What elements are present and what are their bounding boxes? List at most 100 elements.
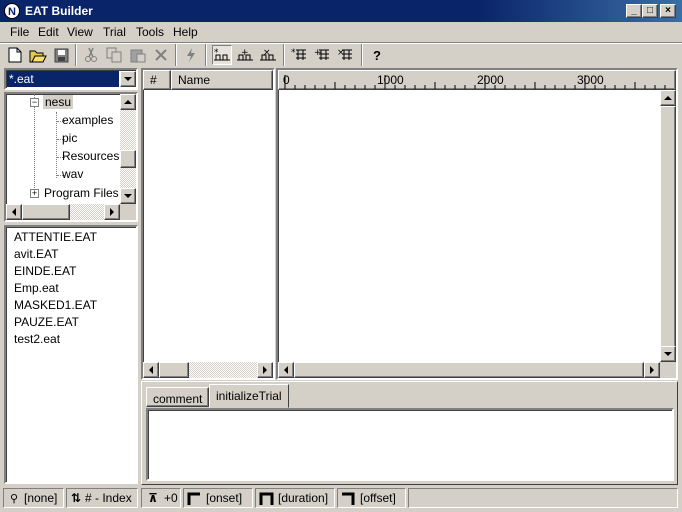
status-offset-value: +0 (164, 491, 178, 505)
scroll-left-button[interactable] (278, 362, 294, 378)
status-event-pane[interactable]: ⚲ [none] (3, 488, 64, 508)
menu-label: View (67, 25, 93, 39)
scroll-right-button[interactable] (257, 362, 273, 378)
status-sort: # - Index (85, 491, 132, 505)
tree-item-resources[interactable]: Resources (62, 149, 119, 163)
offset-icon (342, 492, 355, 505)
add-trial-icon[interactable]: + (312, 45, 332, 65)
menu-help[interactable]: Help (168, 24, 203, 41)
scroll-corner (120, 204, 136, 220)
list-item[interactable]: PAUZE.EAT (14, 314, 79, 331)
scroll-right-button[interactable] (644, 362, 660, 378)
scroll-left-button[interactable] (6, 204, 22, 220)
tree-item-program-files[interactable]: Program Files (44, 186, 119, 200)
scroll-thumb[interactable] (120, 150, 136, 168)
paste-icon[interactable] (128, 45, 148, 65)
menu-trial[interactable]: Trial (98, 24, 131, 41)
menu-label: Tools (136, 25, 165, 39)
script-editor[interactable] (146, 408, 674, 481)
maximize-button[interactable]: □ (642, 4, 658, 18)
svg-text:*: * (291, 48, 296, 58)
save-icon[interactable] (51, 45, 71, 65)
menu-edit[interactable]: Edit (33, 24, 64, 41)
scroll-down-button[interactable] (660, 346, 676, 362)
new-icon[interactable] (5, 45, 25, 65)
scroll-thumb[interactable] (294, 362, 644, 378)
status-onset-pane[interactable]: [onset] (183, 488, 253, 508)
status-duration-pane[interactable]: [duration] (255, 488, 335, 508)
column-header-name[interactable]: Name (171, 70, 273, 90)
column-header-index[interactable]: # (143, 70, 171, 90)
duration-icon (259, 492, 274, 505)
ruler-tick-label: 0 (283, 73, 290, 87)
scroll-right-button[interactable] (104, 204, 120, 220)
list-item[interactable]: ATTENTIE.EAT (14, 229, 97, 246)
add-event-icon[interactable]: + (235, 45, 255, 65)
onset-icon (187, 492, 200, 505)
expand-icon[interactable]: + (30, 189, 39, 198)
menu-label: File (10, 25, 30, 39)
open-icon[interactable] (28, 45, 48, 65)
status-sort-pane[interactable]: ⇅ # - Index (66, 488, 138, 508)
chevron-down-icon (664, 352, 672, 356)
scroll-left-button[interactable] (143, 362, 159, 378)
menu-file[interactable]: File (5, 24, 34, 41)
timeline-ruler: 0 1000 2000 3000 (278, 70, 676, 90)
timeline-view[interactable]: 0 1000 2000 3000 (276, 68, 678, 380)
list-item[interactable]: avit.EAT (14, 246, 58, 263)
toolbar-separator (283, 44, 285, 66)
close-button[interactable]: × (660, 4, 676, 18)
list-item[interactable]: EINDE.EAT (14, 263, 76, 280)
remove-trial-icon[interactable]: × (335, 45, 355, 65)
sort-icon: ⇅ (70, 491, 82, 505)
menu-label: Trial (103, 25, 126, 39)
trial-list[interactable]: # Name (141, 68, 275, 380)
scroll-thumb[interactable] (660, 106, 676, 348)
menu-divider (0, 42, 682, 44)
chevron-up-icon (124, 100, 132, 104)
list-item[interactable]: test2.eat (14, 331, 60, 348)
list-item[interactable]: Emp.eat (14, 280, 59, 297)
run-icon[interactable] (181, 45, 201, 65)
tree-item-pic[interactable]: pic (62, 131, 77, 145)
help-icon[interactable]: ? (367, 45, 387, 65)
filter-combo[interactable]: *.eat (4, 68, 138, 90)
toolbar-separator (205, 44, 207, 66)
chevron-down-icon (124, 77, 132, 81)
filter-value[interactable]: *.eat (7, 71, 119, 87)
list-item[interactable]: MASKED1.EAT (14, 297, 97, 314)
scroll-up-button[interactable] (120, 94, 136, 110)
menu-view[interactable]: View (62, 24, 98, 41)
app-icon[interactable]: N (4, 3, 20, 19)
scroll-up-button[interactable] (660, 90, 676, 106)
status-onset: [onset] (206, 491, 243, 505)
event-view-icon[interactable]: * (212, 45, 232, 65)
align-icon: ⊼ (148, 491, 158, 505)
file-list[interactable]: ATTENTIE.EAT avit.EAT EINDE.EAT Emp.eat … (4, 225, 138, 484)
status-offset: [offset] (360, 491, 396, 505)
status-offset-value-pane[interactable]: ⊼ +0 (141, 488, 181, 508)
delete-icon[interactable] (151, 45, 171, 65)
tree-item-wav[interactable]: wav (62, 167, 83, 181)
svg-text:+: + (241, 48, 249, 58)
combo-dropdown-button[interactable] (120, 71, 136, 87)
status-offset-pane[interactable]: [offset] (337, 488, 406, 508)
scroll-thumb[interactable] (22, 204, 70, 220)
status-none: [none] (24, 491, 58, 505)
insert-trial-icon[interactable]: * (289, 45, 309, 65)
copy-icon[interactable] (104, 45, 124, 65)
scroll-down-button[interactable] (120, 188, 136, 204)
title-bar[interactable]: N EAT Builder _ □ × (0, 0, 682, 22)
remove-event-icon[interactable]: × (258, 45, 278, 65)
minimize-button[interactable]: _ (626, 4, 642, 18)
tree-item-nesu[interactable]: nesu (43, 95, 74, 109)
tab-comment[interactable]: comment (146, 387, 210, 407)
collapse-icon[interactable]: − (30, 98, 39, 107)
scroll-thumb[interactable] (159, 362, 189, 378)
directory-tree[interactable]: − nesu examples pic Resources wav + Prog… (4, 92, 138, 222)
ruler-tick-label: 1000 (377, 73, 404, 87)
tree-item-examples[interactable]: examples (62, 113, 113, 127)
cut-icon[interactable] (81, 45, 101, 65)
tab-initialize-trial[interactable]: initializeTrial (209, 384, 289, 408)
menu-tools[interactable]: Tools (131, 24, 169, 41)
